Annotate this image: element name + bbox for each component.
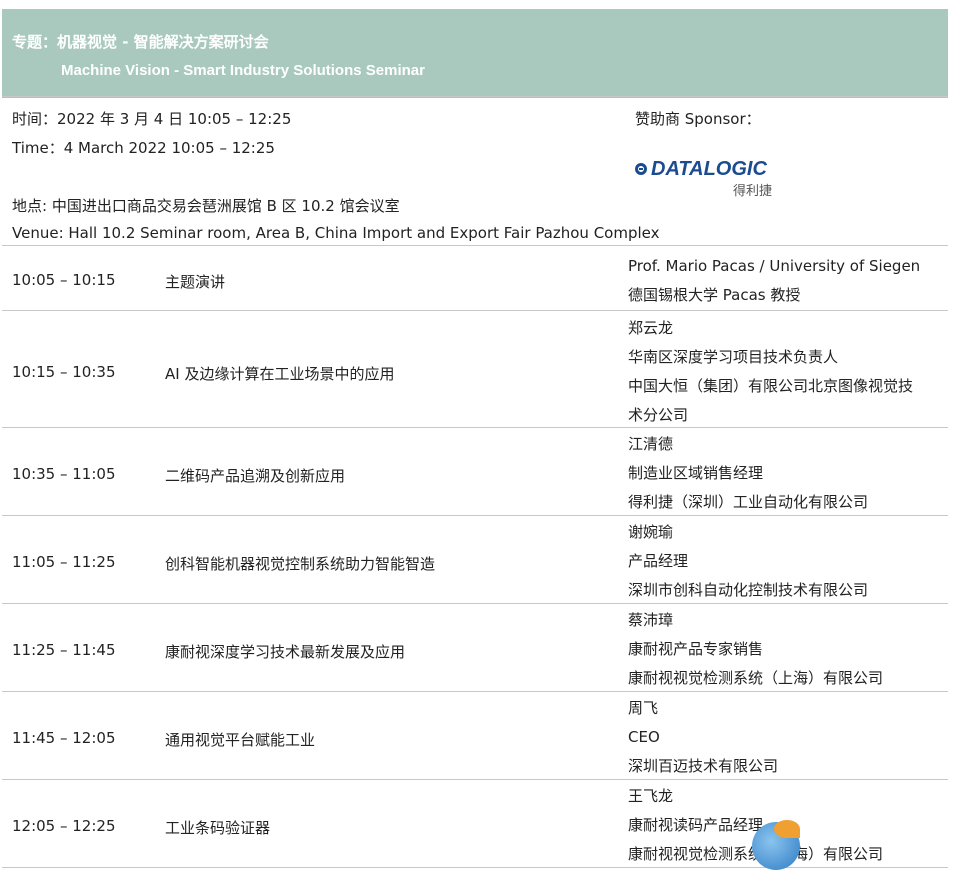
- header-title-en: Machine Vision - Smart Industry Solution…: [61, 62, 425, 79]
- session-speaker: 周飞 CEO 深圳百迈技术有限公司: [628, 699, 779, 775]
- header-title-zh: 专题：机器视觉 - 智能解决方案研讨会: [12, 33, 269, 51]
- session-topic: AI 及边缘计算在工业场景中的应用: [165, 365, 395, 383]
- session-topic: 通用视觉平台赋能工业: [165, 731, 316, 749]
- divider: [2, 427, 948, 428]
- divider: [2, 691, 948, 692]
- datalogic-logo: DATALOGIC 得利捷: [635, 158, 795, 200]
- session-speaker: 蔡沛璋 康耐视产品专家销售 康耐视视觉检测系统（上海）有限公司: [628, 611, 884, 687]
- venue-zh: 地点: 中国进出口商品交易会琶洲展馆 B 区 10.2 馆会议室: [12, 197, 400, 215]
- time-zh: 时间：2022 年 3 月 4 日 10:05 – 12:25: [12, 110, 292, 128]
- divider: [2, 245, 948, 246]
- logo-brand-text: DATALOGIC: [651, 158, 767, 180]
- session-time: 11:05 – 11:25: [12, 553, 116, 571]
- session-time: 10:15 – 10:35: [12, 363, 116, 381]
- session-topic: 康耐视深度学习技术最新发展及应用: [165, 643, 406, 661]
- session-topic: 创科智能机器视觉控制系统助力智能智造: [165, 555, 436, 573]
- session-time: 10:05 – 10:15: [12, 271, 116, 289]
- session-time: 12:05 – 12:25: [12, 817, 116, 835]
- divider: [2, 867, 948, 868]
- session-time: 11:45 – 12:05: [12, 729, 116, 747]
- divider: [2, 310, 948, 311]
- session-topic: 工业条码验证器: [165, 819, 271, 837]
- divider: [2, 603, 948, 604]
- session-time: 10:35 – 11:05: [12, 465, 116, 483]
- session-speaker: 江清德 制造业区域销售经理 得利捷（深圳）工业自动化有限公司: [628, 435, 869, 511]
- logo-brand-zh: 得利捷: [733, 184, 773, 199]
- session-topic: 二维码产品追溯及创新应用: [165, 467, 346, 485]
- session-time: 11:25 – 11:45: [12, 641, 116, 659]
- session-speaker: 谢婉瑜 产品经理 深圳市创科自动化控制技术有限公司: [628, 523, 869, 599]
- divider: [2, 779, 948, 780]
- venue-en: Venue: Hall 10.2 Seminar room, Area B, C…: [12, 224, 660, 242]
- divider: [2, 96, 948, 97]
- session-speaker: 郑云龙 华南区深度学习项目技术负责人 中国大恒（集团）有限公司北京图像视觉技 术…: [628, 319, 914, 424]
- watermark-logo-icon: [752, 820, 800, 870]
- divider: [2, 515, 948, 516]
- sponsor-label: 赞助商 Sponsor：: [635, 110, 761, 128]
- session-speaker: Prof. Mario Pacas / University of Siegen…: [628, 257, 921, 304]
- datalogic-logo-icon: [635, 163, 647, 175]
- session-topic: 主题演讲: [165, 273, 226, 291]
- time-en: Time：4 March 2022 10:05 – 12:25: [12, 139, 275, 157]
- seminar-header: 专题：机器视觉 - 智能解决方案研讨会 Machine Vision - Sma…: [2, 9, 948, 98]
